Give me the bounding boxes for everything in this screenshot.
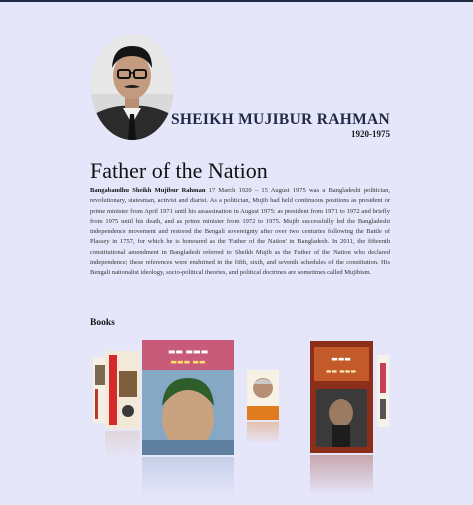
svg-text:▬▬ ▬▬▬: ▬▬ ▬▬▬ — [326, 368, 357, 375]
book-cover-6[interactable] — [377, 355, 389, 427]
book-cover-5[interactable]: ▬▬▬ ▬▬ ▬▬▬ — [310, 341, 373, 453]
book-reflection-2 — [105, 431, 140, 461]
book-cover-4[interactable] — [247, 370, 279, 420]
page-title: Father of the Nation — [90, 158, 268, 183]
book-reflection-5 — [310, 455, 373, 495]
books-heading: Books — [90, 318, 115, 328]
biography-body: 17 March 1920 – 15 August 1975 was a Ban… — [90, 187, 391, 277]
biography-text: Bangabandhu Sheikh Mujibur Rahman 17 Mar… — [90, 186, 390, 279]
portrait-photo — [91, 34, 174, 140]
svg-text:▬▬▬: ▬▬▬ — [331, 355, 351, 363]
books-carousel[interactable]: ▬▬ ▬▬▬ ▬▬▬ ▬▬ ▬▬▬ ▬▬ ▬▬▬ — [0, 335, 473, 505]
book-cover-2[interactable] — [105, 351, 140, 429]
svg-text:▬▬ ▬▬▬: ▬▬ ▬▬▬ — [168, 347, 208, 356]
book-reflection-3 — [142, 457, 234, 497]
person-name: SHEIKH MUJIBUR RAHMAN — [170, 111, 390, 128]
biography-lead: Bangabandhu Sheikh Mujibur Rahman — [90, 187, 206, 194]
top-border — [0, 0, 473, 2]
book-cover-3[interactable]: ▬▬ ▬▬▬ ▬▬▬ ▬▬ — [142, 340, 234, 455]
book-reflection-4 — [247, 422, 279, 444]
life-years: 1920-1975 — [351, 129, 390, 139]
svg-text:▬▬▬ ▬▬: ▬▬▬ ▬▬ — [170, 358, 205, 366]
